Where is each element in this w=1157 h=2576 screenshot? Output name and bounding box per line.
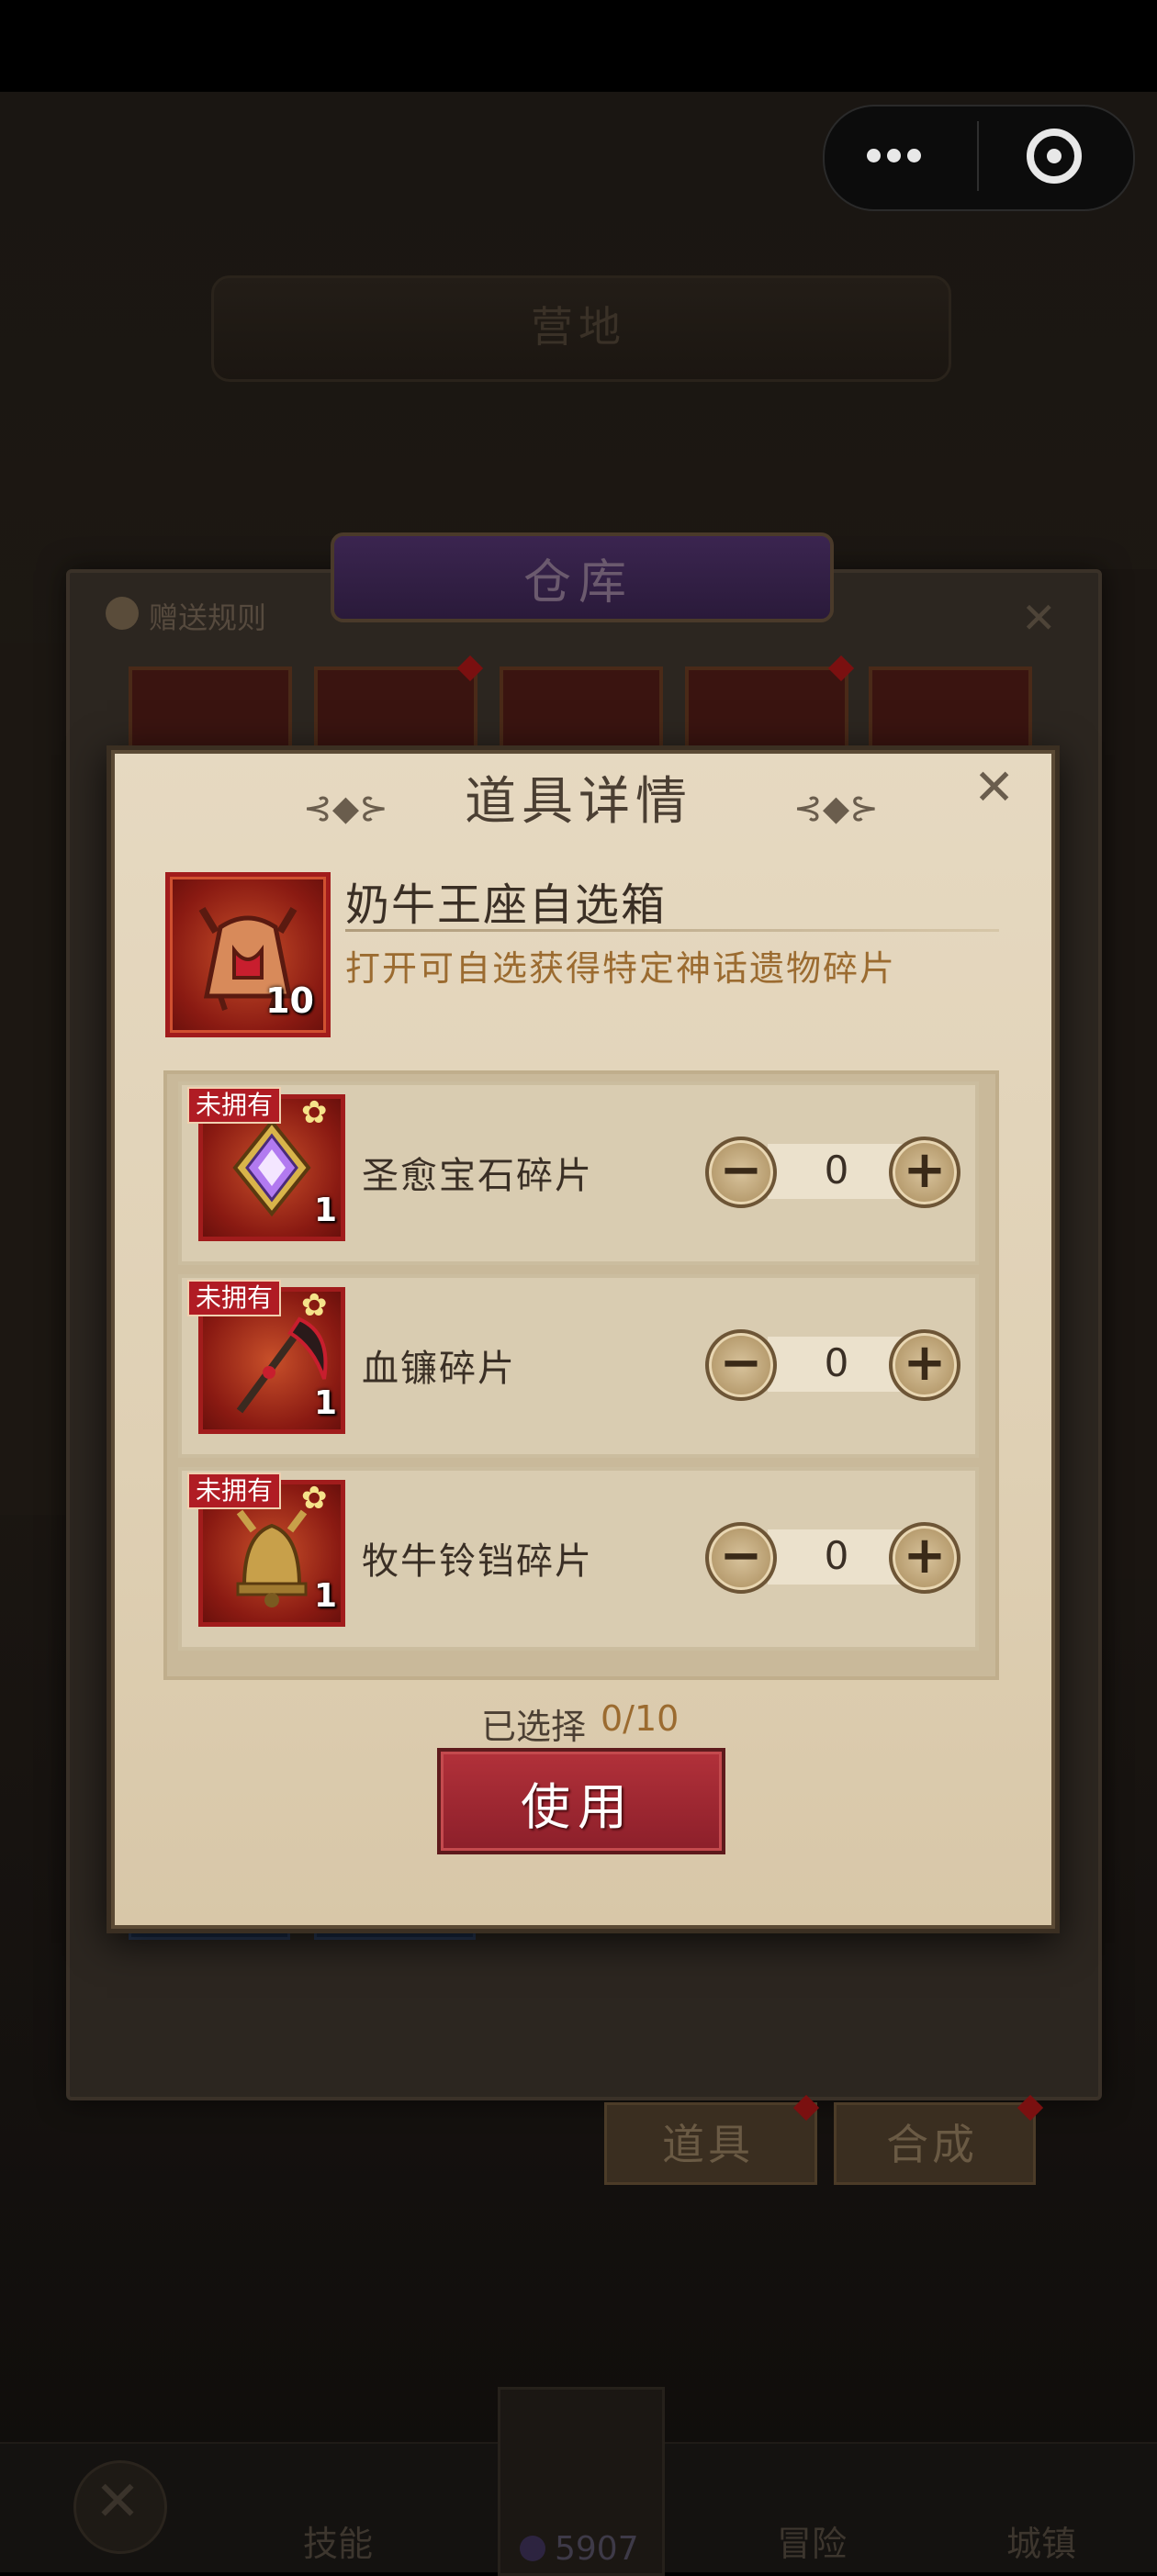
decrease-button[interactable]: − (705, 1329, 777, 1401)
option-name: 牧牛铃铛碎片 (362, 1540, 593, 1583)
selected-value: 0/10 (601, 1698, 680, 1739)
gem-count: 5907 (555, 2530, 639, 2568)
item-count: 10 (265, 980, 314, 1021)
decrease-button[interactable]: − (705, 1522, 777, 1594)
dialog-close-icon[interactable]: ✕ (973, 758, 1015, 816)
item-name: 奶牛王座自选箱 (345, 879, 668, 931)
star-icon: ✿ (301, 1094, 328, 1131)
capsule-divider (977, 121, 979, 191)
option-name: 血镰碎片 (362, 1348, 516, 1390)
target-circle-icon-center (1047, 149, 1062, 163)
more-dots-icon-dot (907, 149, 921, 162)
gem-icon (520, 2536, 545, 2561)
option-name: 圣愈宝石碎片 (362, 1155, 593, 1197)
quantity-value[interactable]: 0 (768, 1148, 905, 1193)
nav-item-skills[interactable]: 技能 (303, 2515, 373, 2566)
item-count: 1 (314, 1192, 338, 1229)
title-ornament-right: ⊰◆⊱ (793, 788, 879, 828)
nav-item-adventure[interactable]: 冒险 (777, 2515, 847, 2566)
warehouse-close-icon[interactable]: ✕ (1021, 593, 1057, 643)
name-divider (345, 929, 999, 932)
item-count: 1 (314, 1577, 338, 1615)
more-dots-icon[interactable] (867, 149, 881, 162)
quantity-value[interactable]: 0 (768, 1340, 905, 1385)
gift-rule-link[interactable]: 赠送规则 (149, 595, 266, 637)
tab-merge-label: 合成 (886, 2120, 978, 2169)
item-count: 1 (314, 1384, 338, 1422)
unowned-tag: 未拥有 (187, 1280, 281, 1316)
increase-button[interactable]: + (889, 1329, 960, 1401)
close-icon: ✕ (94, 2470, 141, 2534)
nav-item-town[interactable]: 城镇 (1006, 2515, 1076, 2566)
unowned-tag: 未拥有 (187, 1473, 281, 1509)
increase-button[interactable]: + (889, 1137, 960, 1208)
increase-button[interactable]: + (889, 1522, 960, 1594)
item-description: 打开可自选获得特定神话遗物碎片 (345, 948, 897, 989)
gift-rule-icon (106, 597, 139, 630)
more-dots-icon-dot (887, 149, 901, 162)
star-icon: ✿ (301, 1287, 328, 1324)
decrease-button[interactable]: − (705, 1137, 777, 1208)
star-icon: ✿ (301, 1480, 328, 1517)
tab-items-label: 道具 (662, 2120, 754, 2169)
dialog-title: 道具详情 (465, 772, 692, 832)
use-button-label: 使用 (521, 1778, 635, 1836)
warehouse-title: 仓库 (522, 555, 634, 610)
selected-label: 已选择 (481, 1707, 587, 1747)
unowned-tag: 未拥有 (187, 1087, 281, 1124)
camp-title: 营地 (531, 302, 626, 352)
quantity-value[interactable]: 0 (768, 1533, 905, 1578)
